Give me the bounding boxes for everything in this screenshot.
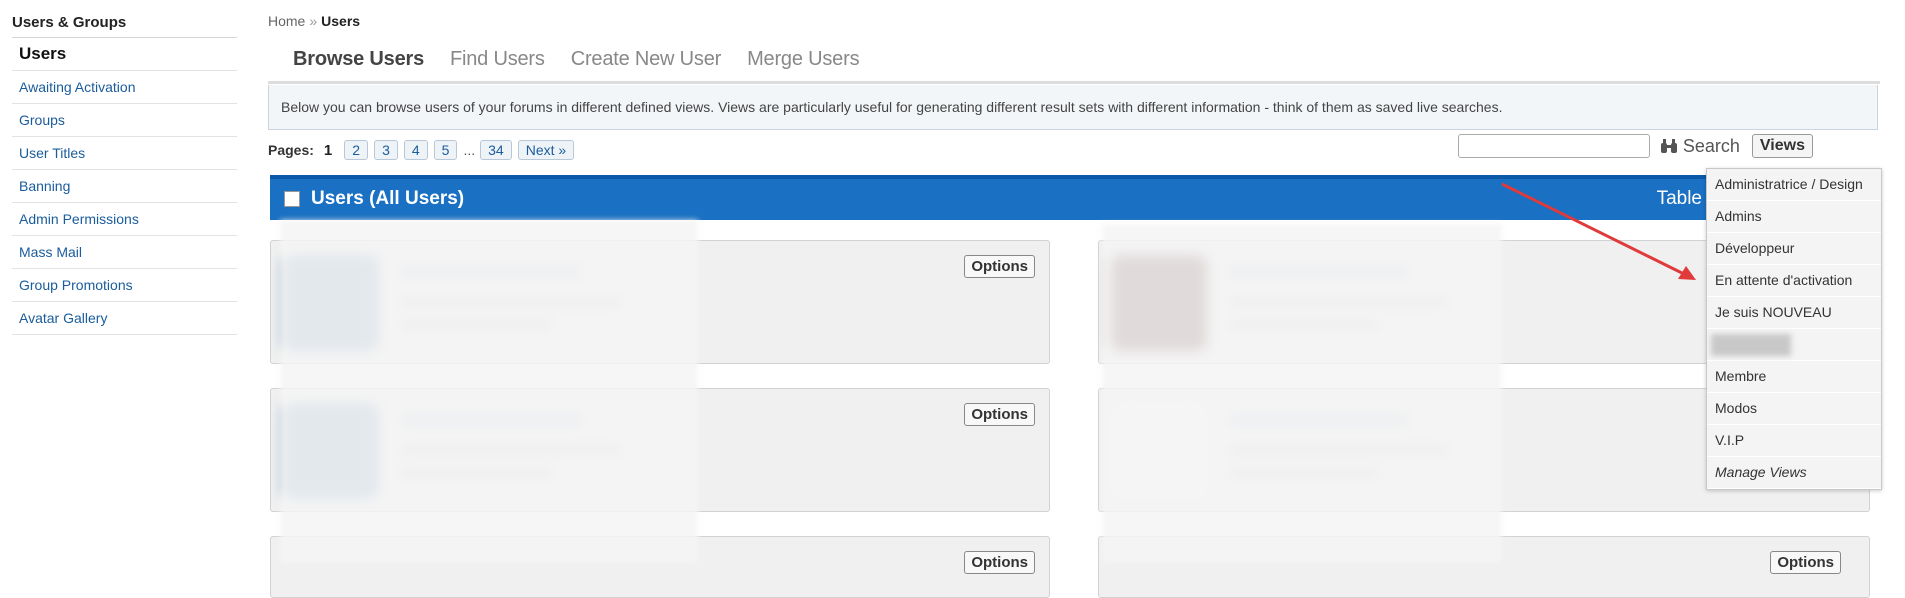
- views-item-administratrice-design[interactable]: Administratrice / Design: [1707, 169, 1881, 201]
- sidebar: Users & Groups Users Awaiting Activation…: [12, 12, 237, 335]
- sidebar-item-banning[interactable]: Banning: [12, 170, 237, 203]
- breadcrumb-home-link[interactable]: Home: [268, 13, 305, 29]
- tab-bar: Browse Users Find Users Create New User …: [280, 48, 872, 84]
- options-button[interactable]: Options: [964, 255, 1035, 278]
- sidebar-item-groups[interactable]: Groups: [12, 104, 237, 137]
- views-button[interactable]: Views: [1751, 134, 1813, 158]
- sidebar-item-admin-permissions[interactable]: Admin Permissions: [12, 203, 237, 236]
- pagination-label: Pages:: [268, 142, 314, 158]
- search-button-label: Search: [1682, 135, 1740, 156]
- binoculars-icon: [1660, 139, 1677, 153]
- pagination-next[interactable]: Next »: [517, 140, 575, 160]
- privacy-blur: [1102, 224, 1502, 563]
- redacted-label: [1711, 334, 1791, 357]
- views-item-je-suis-nouveau[interactable]: Je suis NOUVEAU: [1707, 297, 1881, 329]
- sidebar-item-mass-mail[interactable]: Mass Mail: [12, 236, 237, 269]
- pagination: Pages: 1 2 3 4 5 ... 34 Next »: [268, 140, 580, 160]
- views-item-redacted[interactable]: [1707, 329, 1881, 361]
- tabs-underline: [268, 81, 1880, 84]
- sidebar-item-avatar-gallery[interactable]: Avatar Gallery: [12, 302, 237, 335]
- views-item-modos[interactable]: Modos: [1707, 393, 1881, 425]
- pagination-page-2[interactable]: 2: [344, 140, 369, 160]
- select-all-checkbox[interactable]: [284, 191, 300, 207]
- sidebar-item-user-titles[interactable]: User Titles: [12, 137, 237, 170]
- tab-browse-users[interactable]: Browse Users: [280, 48, 437, 84]
- pagination-ellipsis: ...: [463, 142, 476, 158]
- breadcrumb-separator: »: [309, 13, 318, 29]
- sidebar-title: Users & Groups: [12, 12, 237, 38]
- sidebar-item-group-promotions[interactable]: Group Promotions: [12, 269, 237, 302]
- views-item-developpeur[interactable]: Développeur: [1707, 233, 1881, 265]
- pagination-page-5[interactable]: 5: [433, 140, 458, 160]
- description-box: Below you can browse users of your forum…: [268, 85, 1878, 130]
- views-dropdown-menu: Administratrice / Design Admins Développ…: [1706, 168, 1882, 490]
- pagination-current-page: 1: [323, 141, 333, 159]
- pagination-page-4[interactable]: 4: [403, 140, 428, 160]
- users-table-title: Users (All Users): [311, 188, 465, 209]
- search-input[interactable]: [1457, 134, 1650, 158]
- pagination-page-3[interactable]: 3: [374, 140, 398, 160]
- pagination-page-last[interactable]: 34: [480, 140, 512, 160]
- tab-create-new-user[interactable]: Create New User: [558, 48, 734, 84]
- views-item-manage-views[interactable]: Manage Views: [1707, 457, 1881, 489]
- breadcrumb-current: Users: [321, 13, 361, 29]
- views-item-membre[interactable]: Membre: [1707, 361, 1881, 393]
- sidebar-item-awaiting-activation[interactable]: Awaiting Activation: [12, 71, 237, 104]
- views-item-vip[interactable]: V.I.P: [1707, 425, 1881, 457]
- annotation-arrow-icon: [1501, 182, 1696, 280]
- search-button[interactable]: Search: [1660, 136, 1740, 157]
- sidebar-item-users[interactable]: Users: [12, 38, 237, 71]
- privacy-blur: [280, 220, 698, 563]
- views-item-admins[interactable]: Admins: [1707, 201, 1881, 233]
- tab-find-users[interactable]: Find Users: [437, 48, 558, 84]
- search-area: Search Views: [1457, 134, 1813, 158]
- options-button[interactable]: Options: [964, 403, 1035, 426]
- breadcrumb: Home» Users: [268, 13, 360, 29]
- views-item-en-attente-activation[interactable]: En attente d'activation: [1707, 265, 1881, 297]
- tab-merge-users[interactable]: Merge Users: [734, 48, 872, 84]
